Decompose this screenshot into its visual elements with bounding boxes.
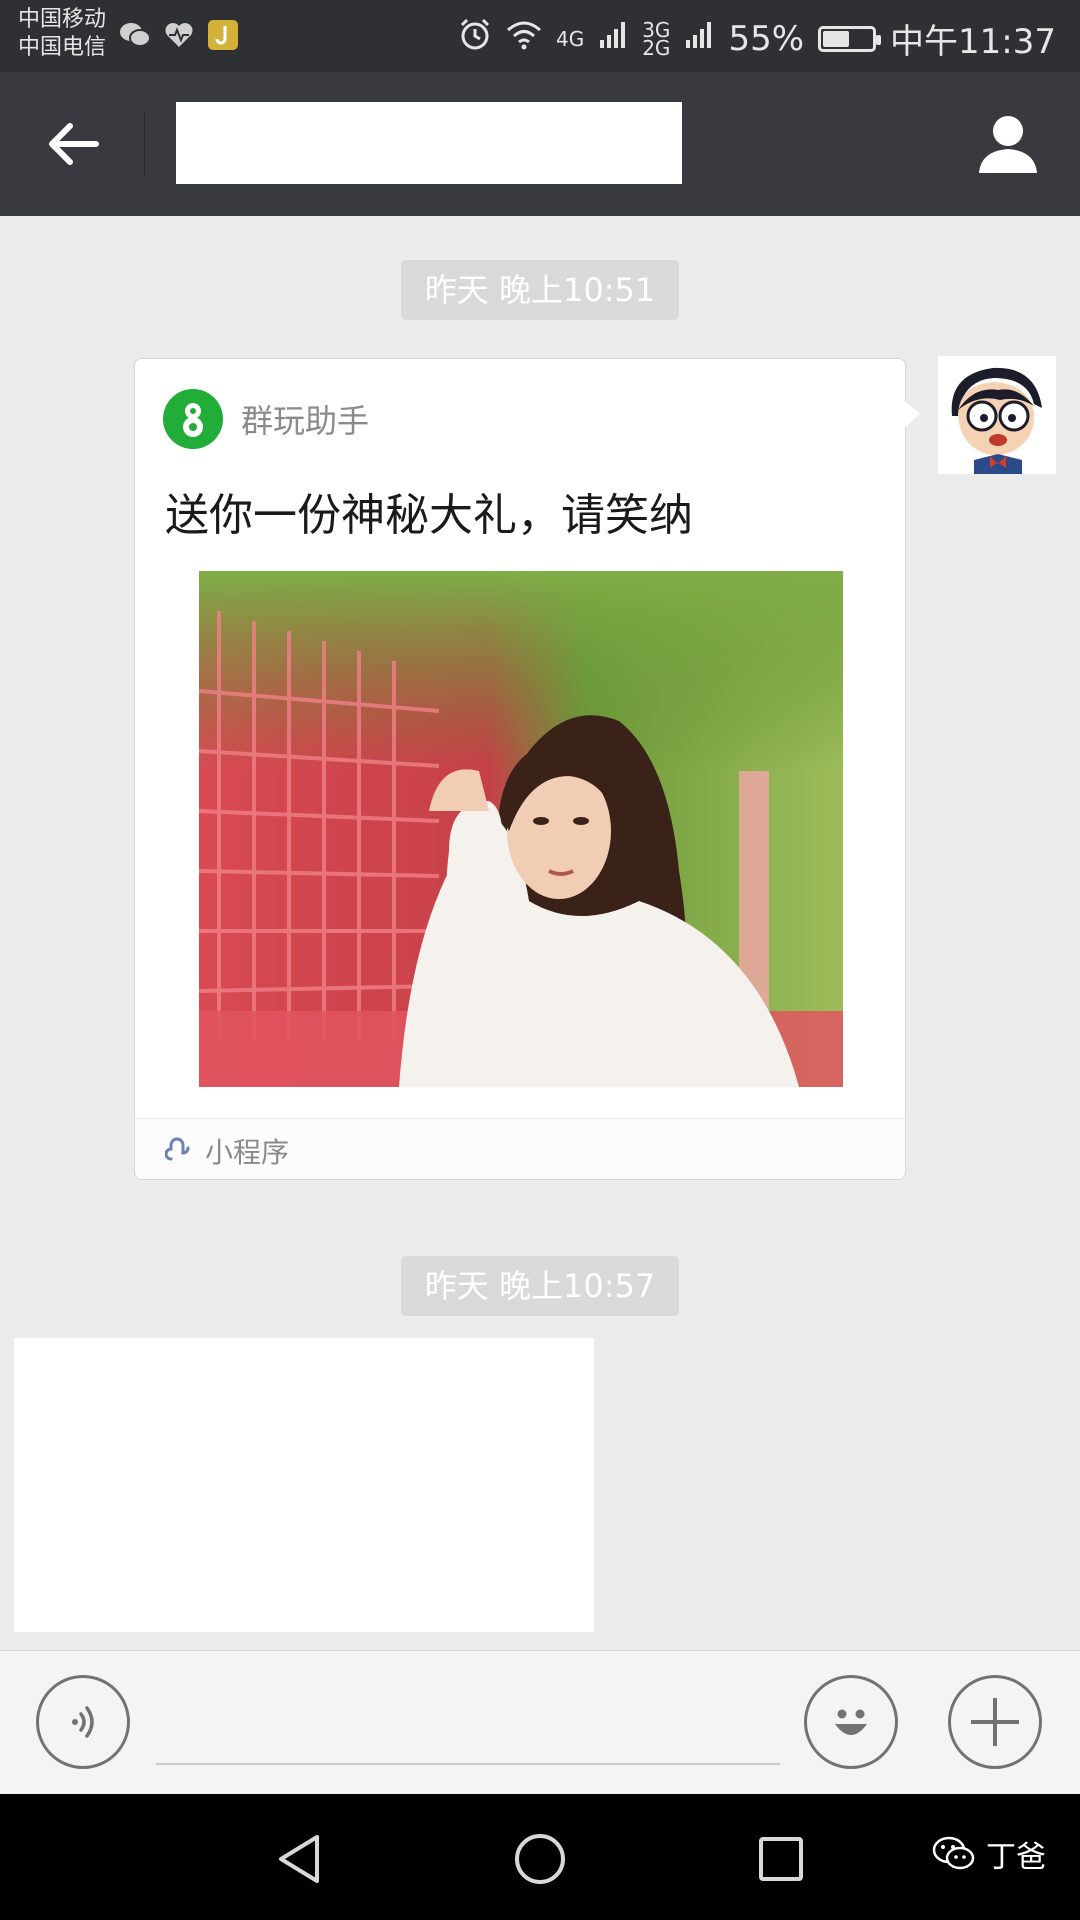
mini-program-footer: 小程序	[135, 1118, 905, 1179]
mini-program-label: 小程序	[205, 1136, 290, 1169]
circle-home-icon	[515, 1834, 565, 1884]
carrier-names: 中国移动 中国电信	[18, 6, 106, 62]
status-bar: 中国移动 中国电信 4G 3G 2G 55% 中午11:37	[0, 0, 1080, 72]
mini-program-app-name: 群玩助手	[241, 402, 370, 440]
wechat-logo-icon	[932, 1836, 975, 1870]
carrier-2: 中国电信	[18, 35, 107, 60]
carrier-1: 中国移动	[18, 7, 107, 32]
battery-level	[823, 30, 850, 47]
network-4g-label: 4G	[555, 26, 585, 51]
mini-program-source: 群玩助手	[163, 389, 369, 449]
sender-avatar[interactable]	[938, 356, 1056, 474]
message-timestamp: 昨天 晚上10:57	[401, 1256, 679, 1316]
notification-icons	[118, 18, 240, 52]
person-icon	[979, 116, 1037, 173]
signal-icon	[598, 19, 628, 59]
message-list[interactable]: 昨天 晚上10:51 群玩助手 送你一份神秘大礼，请笑纳 小程序 昨天 晚上10…	[0, 216, 1080, 1650]
watermark-label: 丁爸	[986, 1840, 1046, 1875]
network-2g: 2G	[642, 35, 671, 60]
plus-icon	[971, 1698, 1019, 1746]
network-3g2g-label: 3G 2G	[642, 20, 671, 60]
wechat-notification-icon	[118, 18, 152, 52]
emoji-button[interactable]	[804, 1675, 898, 1769]
health-notification-icon	[162, 18, 196, 52]
bubble-tail	[904, 400, 920, 428]
system-navigation-bar: 丁爸	[0, 1794, 1080, 1920]
mini-program-app-icon	[163, 389, 223, 449]
chat-header	[0, 72, 1080, 216]
battery-percent: 55%	[728, 18, 805, 59]
watermark: 丁爸	[932, 1832, 1046, 1876]
smiley-icon	[835, 1709, 867, 1735]
battery-icon	[818, 25, 882, 52]
mini-program-card[interactable]: 群玩助手 送你一份神秘大礼，请笑纳 小程序	[134, 358, 906, 1180]
mini-program-icon	[165, 1137, 190, 1161]
chat-title-redacted	[176, 102, 682, 184]
message-input[interactable]	[156, 1763, 780, 1765]
clock: 中午11:37	[890, 22, 1056, 62]
mini-program-title: 送你一份神秘大礼，请笑纳	[165, 490, 693, 541]
system-home-button[interactable]	[505, 1824, 575, 1894]
more-functions-button[interactable]	[948, 1675, 1042, 1769]
arrow-left-icon	[49, 123, 99, 165]
app-notification-icon	[206, 18, 240, 52]
voice-icon	[72, 1706, 94, 1738]
header-divider	[144, 112, 145, 176]
chat-info-button[interactable]	[970, 106, 1046, 182]
status-right: 4G 3G 2G 55% 中午11:37	[458, 14, 1056, 63]
square-recents-icon	[759, 1837, 803, 1881]
mini-program-cover-image[interactable]	[199, 571, 843, 1087]
signal-2-icon	[684, 19, 714, 59]
wifi-icon	[506, 19, 542, 59]
back-button[interactable]	[36, 112, 108, 176]
message-timestamp: 昨天 晚上10:51	[401, 260, 679, 320]
triangle-back-icon	[279, 1835, 319, 1883]
system-recents-button[interactable]	[746, 1824, 816, 1894]
voice-input-button[interactable]	[36, 1675, 130, 1769]
chat-input-bar	[0, 1650, 1080, 1794]
system-back-button[interactable]	[264, 1824, 334, 1894]
redacted-message	[14, 1338, 594, 1632]
alarm-icon	[458, 17, 492, 60]
